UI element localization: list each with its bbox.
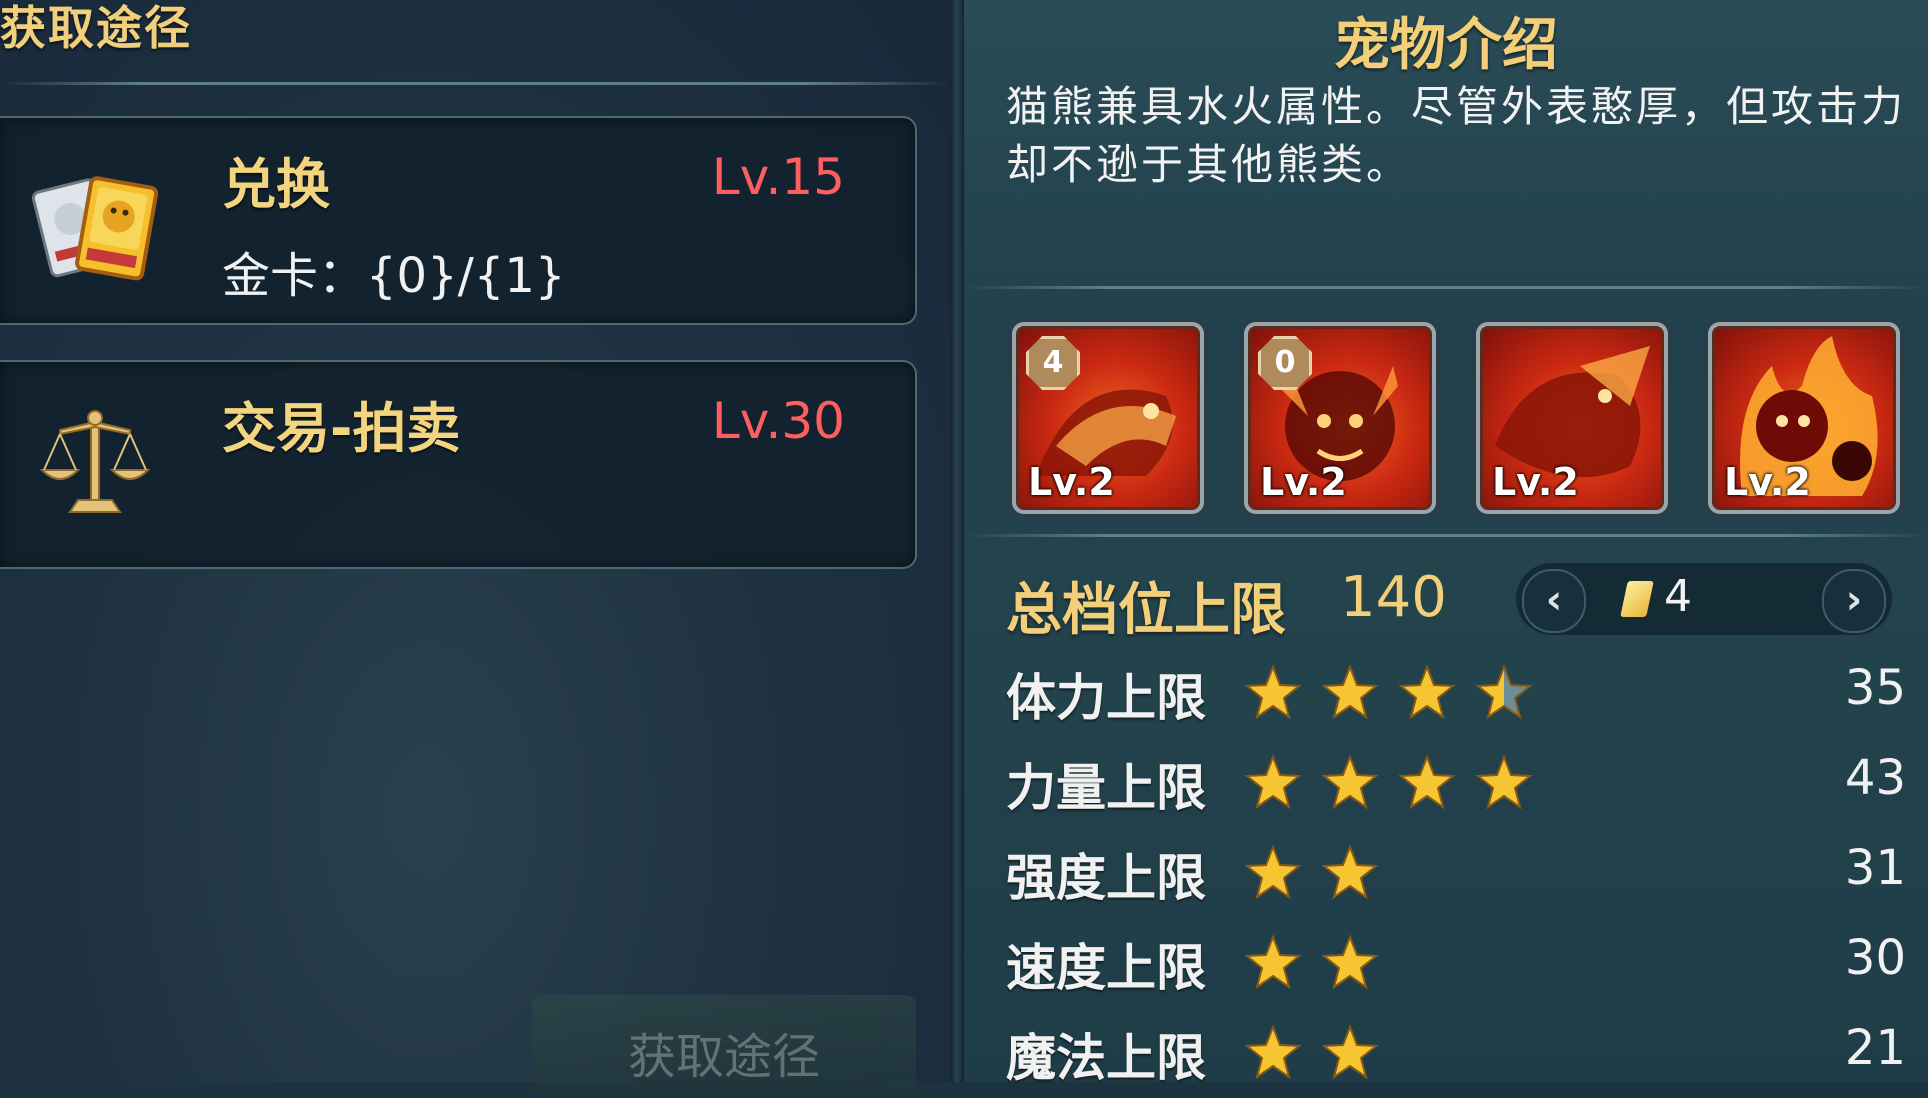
stat-label: 力量上限 bbox=[1006, 759, 1206, 817]
star-rating bbox=[1244, 844, 1398, 904]
scales-icon bbox=[30, 400, 160, 530]
skill-slot-3[interactable]: Lv.2 bbox=[1476, 322, 1668, 514]
get-source-button[interactable]: 获取途径 bbox=[532, 995, 916, 1095]
stat-value: 35 bbox=[1844, 660, 1906, 716]
source-subtitle: 金卡：{0}/{1} bbox=[222, 248, 566, 304]
source-level: Lv.15 bbox=[711, 148, 845, 206]
source-title: 兑换 bbox=[222, 153, 330, 216]
stat-label: 魔法上限 bbox=[1006, 1029, 1206, 1087]
star-icon bbox=[1398, 754, 1456, 810]
star-icon bbox=[1244, 844, 1302, 900]
stat-row-strength: 力量上限 43 bbox=[1006, 748, 1906, 828]
skill-level: Lv.2 bbox=[1724, 460, 1811, 504]
source-auction-card[interactable]: 交易-拍卖 Lv.30 bbox=[0, 360, 917, 569]
star-icon bbox=[1244, 1024, 1302, 1080]
star-icon bbox=[1321, 664, 1379, 720]
pet-intro-title: 宠物介绍 bbox=[1334, 13, 1558, 78]
star-icon bbox=[1321, 844, 1379, 900]
source-title: 交易-拍卖 bbox=[222, 397, 461, 460]
pet-info-panel: 宠物介绍 猫熊兼具水火属性。尽管外表憨厚，但攻击力却不逊于其他熊类。 4 Lv.… bbox=[964, 0, 1928, 1087]
stat-value: 30 bbox=[1844, 930, 1906, 986]
source-level: Lv.30 bbox=[711, 392, 845, 450]
total-cap-label: 总档位上限 bbox=[1006, 578, 1286, 643]
skill-slot-4[interactable]: Lv.2 bbox=[1708, 322, 1900, 514]
pet-description: 猫熊兼具水火属性。尽管外表憨厚，但攻击力却不逊于其他熊类。 bbox=[1006, 82, 1907, 189]
source-exchange-card[interactable]: 兑换 Lv.15 金卡：{0}/{1} bbox=[0, 116, 917, 325]
stat-row-toughness: 强度上限 31 bbox=[1006, 838, 1906, 918]
section-title: 获取途径 bbox=[0, 1, 192, 55]
pager-next-button[interactable]: › bbox=[1822, 569, 1886, 633]
get-source-button-label: 获取途径 bbox=[627, 1029, 820, 1085]
skill-level: Lv.2 bbox=[1260, 460, 1347, 504]
star-rating bbox=[1244, 754, 1552, 814]
star-icon bbox=[1321, 754, 1379, 810]
stat-label: 体力上限 bbox=[1006, 669, 1206, 727]
gold-card-icon bbox=[30, 156, 160, 286]
pager-value: 4 bbox=[1664, 571, 1692, 622]
stat-row-magic: 魔法上限 21 bbox=[1006, 1018, 1906, 1098]
gem-icon bbox=[1620, 581, 1654, 617]
star-icon bbox=[1321, 1024, 1379, 1080]
star-icon bbox=[1244, 754, 1302, 810]
total-cap-value: 140 bbox=[1340, 565, 1447, 630]
skill-slot-2[interactable]: 0 Lv.2 bbox=[1244, 322, 1436, 514]
star-rating bbox=[1244, 1024, 1398, 1084]
stat-label: 速度上限 bbox=[1006, 939, 1206, 997]
chevron-left-icon: ‹ bbox=[1545, 577, 1563, 623]
star-icon bbox=[1321, 934, 1379, 990]
skill-level: Lv.2 bbox=[1492, 460, 1579, 504]
pager-prev-button[interactable]: ‹ bbox=[1522, 569, 1586, 633]
star-icon bbox=[1475, 754, 1533, 810]
half-star-icon bbox=[1475, 664, 1533, 720]
star-rating bbox=[1244, 934, 1398, 994]
skills-divider bbox=[964, 534, 1928, 537]
star-icon bbox=[1244, 934, 1302, 990]
acquisition-panel: 获取途径 兑换 Lv.15 金卡：{0}/{1} 交易-拍卖 Lv.30 获取途… bbox=[0, 0, 950, 1095]
panel-divider bbox=[950, 0, 964, 1082]
star-icon bbox=[1244, 664, 1302, 720]
skill-level: Lv.2 bbox=[1028, 460, 1115, 504]
grade-pager: ‹ 4 › bbox=[1516, 563, 1892, 635]
chevron-right-icon: › bbox=[1845, 577, 1863, 623]
stat-label: 强度上限 bbox=[1006, 849, 1206, 907]
section-divider bbox=[0, 82, 950, 85]
skill-slot-1[interactable]: 4 Lv.2 bbox=[1012, 322, 1204, 514]
stat-row-speed: 速度上限 30 bbox=[1006, 928, 1906, 1008]
stat-value: 43 bbox=[1844, 750, 1906, 806]
star-icon bbox=[1398, 664, 1456, 720]
star-rating bbox=[1244, 664, 1552, 724]
stat-value: 31 bbox=[1844, 840, 1906, 896]
stat-value: 21 bbox=[1844, 1020, 1906, 1076]
intro-divider bbox=[964, 286, 1928, 289]
stat-row-stamina: 体力上限 35 bbox=[1006, 658, 1906, 738]
